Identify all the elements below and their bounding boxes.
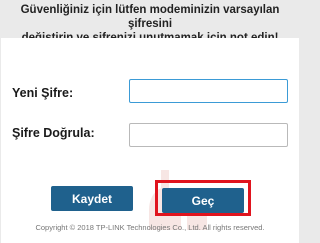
confirm-password-field[interactable] xyxy=(129,123,288,147)
password-form-panel: Yeni Şifre: Şifre Doğrula: Kaydet Geç Co… xyxy=(1,38,299,243)
notice-line-1: Güvenliğiniz için lütfen modeminizin var… xyxy=(20,4,280,30)
skip-button[interactable]: Geç xyxy=(162,188,244,213)
confirm-password-input[interactable] xyxy=(129,123,288,147)
security-notice: Güvenliğiniz için lütfen modeminizin var… xyxy=(0,0,300,44)
new-password-label: Yeni Şifre: xyxy=(12,86,74,100)
copyright-text: Copyright © 2018 TP-LINK Technologies Co… xyxy=(35,223,265,232)
new-password-input[interactable] xyxy=(129,79,288,103)
save-button[interactable]: Kaydet xyxy=(51,186,133,211)
new-password-field[interactable] xyxy=(129,79,288,103)
confirm-password-label: Şifre Doğrula: xyxy=(12,126,95,140)
